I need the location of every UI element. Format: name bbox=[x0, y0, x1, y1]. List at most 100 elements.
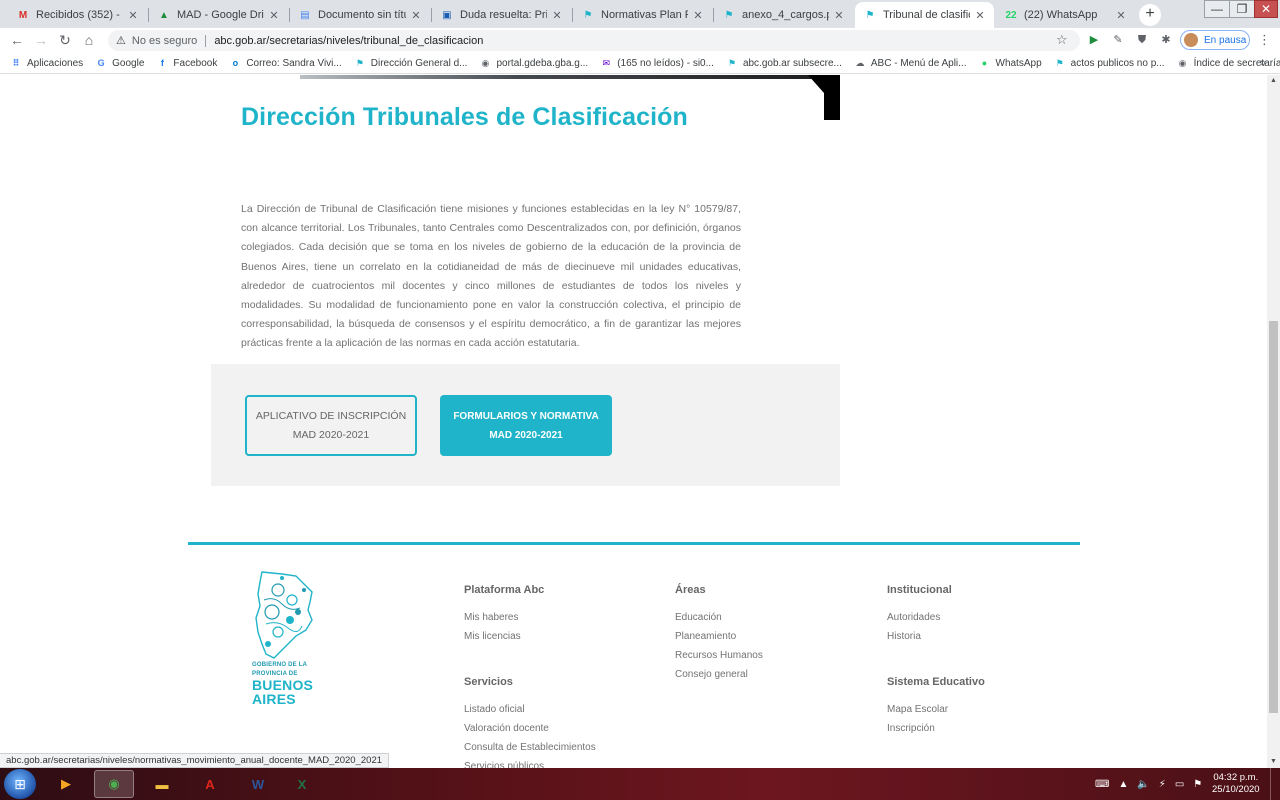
status-bar-url: abc.gob.ar/secretarias/niveles/normativa… bbox=[0, 753, 390, 768]
globe-icon: ◉ bbox=[481, 57, 490, 68]
bookmarks-overflow-button[interactable]: » bbox=[1260, 57, 1266, 69]
tab-close-icon[interactable]: ✕ bbox=[833, 9, 845, 22]
footer-link[interactable]: Servicios públicos bbox=[464, 757, 596, 768]
cta-panel: APLICATIVO DE INSCRIPCIÓN MAD 2020-2021 … bbox=[211, 364, 840, 486]
inscripcion-button[interactable]: APLICATIVO DE INSCRIPCIÓN MAD 2020-2021 bbox=[245, 395, 417, 456]
close-window-button[interactable]: ✕ bbox=[1254, 0, 1278, 18]
footer-link[interactable]: Autoridades bbox=[887, 608, 952, 627]
bookmark-item[interactable]: ⚑ actos publicos no p... bbox=[1054, 57, 1165, 69]
footer-link[interactable]: Historia bbox=[887, 627, 952, 646]
footer-divider bbox=[188, 542, 1080, 545]
scrollbar-thumb[interactable] bbox=[1269, 321, 1278, 713]
footer-link[interactable]: Mis haberes bbox=[464, 608, 544, 627]
provincia-logo[interactable]: GOBIERNO DE LA PROVINCIA DE BUENOS AIRES bbox=[252, 570, 318, 706]
footer-link[interactable]: Consejo general bbox=[675, 665, 763, 684]
bookmark-star-icon[interactable]: ☆ bbox=[1056, 32, 1068, 48]
taskbar-app-button[interactable]: ◉ bbox=[94, 770, 134, 798]
browser-menu-icon[interactable]: ⋮ bbox=[1258, 32, 1271, 48]
google-icon: G bbox=[97, 58, 105, 68]
abc-flag-icon: ⚑ bbox=[727, 57, 736, 68]
bookmark-item[interactable]: ⚑ Dirección General d... bbox=[354, 57, 468, 69]
tab-close-icon[interactable]: ✕ bbox=[268, 9, 280, 22]
tray-expand-icon[interactable]: ▲ bbox=[1118, 779, 1128, 790]
extension-paperclip-icon[interactable]: ✎ bbox=[1111, 33, 1125, 47]
tab-title: Tribunal de clasificació bbox=[883, 9, 970, 21]
bookmark-label: (165 no leídos) - si0... bbox=[617, 57, 714, 69]
tab-4[interactable]: ▣ Duda resuelta: Primera ✕ bbox=[432, 2, 571, 28]
forward-button[interactable]: → bbox=[32, 31, 50, 49]
taskbar-app-button[interactable]: A bbox=[190, 770, 230, 798]
abc-flag-icon: ⚑ bbox=[583, 9, 593, 21]
bookmark-item[interactable]: ✉ (165 no leídos) - si0... bbox=[600, 57, 714, 69]
new-tab-button[interactable]: + bbox=[1139, 4, 1161, 26]
tab-close-icon[interactable]: ✕ bbox=[127, 9, 139, 22]
bookmark-item[interactable]: ☁ ABC - Menú de Apli... bbox=[854, 57, 966, 69]
home-button[interactable]: ⌂ bbox=[80, 31, 98, 49]
bookmark-label: Aplicaciones bbox=[27, 57, 84, 69]
bookmark-item[interactable]: ◉ portal.gdeba.gba.g... bbox=[479, 57, 589, 69]
volume-icon[interactable]: 🔈 bbox=[1137, 779, 1149, 790]
bookmark-item[interactable]: o Correo: Sandra Vivi... bbox=[229, 57, 342, 69]
tab-3[interactable]: ▤ Documento sin título - ✕ bbox=[290, 2, 430, 28]
tab-close-icon[interactable]: ✕ bbox=[551, 9, 563, 22]
url-text[interactable]: abc.gob.ar/secretarias/niveles/tribunal_… bbox=[214, 35, 483, 47]
tab-close-icon[interactable]: ✕ bbox=[410, 9, 422, 22]
whatsapp-icon: 22 bbox=[1005, 9, 1017, 21]
footer-link[interactable]: Educación bbox=[675, 608, 763, 627]
bookmark-item[interactable]: f Facebook bbox=[156, 57, 217, 69]
tab-2[interactable]: ▲ MAD - Google Drive ✕ bbox=[149, 2, 288, 28]
action-center-flag-icon[interactable]: ⚑ bbox=[1193, 779, 1202, 790]
tab-1[interactable]: M Recibidos (352) - sad0 ✕ bbox=[8, 2, 147, 28]
tab-5[interactable]: ⚑ Normativas Plan Provin ✕ bbox=[573, 2, 712, 28]
taskbar-clock[interactable]: 04:32 p.m. 25/10/2020 bbox=[1212, 772, 1260, 796]
tab-title: Documento sin título - bbox=[318, 9, 406, 21]
footer-link[interactable]: Inscripción bbox=[887, 719, 985, 738]
scroll-up-arrow-icon[interactable]: ▲ bbox=[1267, 75, 1280, 87]
extension-shield-icon[interactable]: ⛊ bbox=[1135, 33, 1149, 47]
taskbar-app-button[interactable]: X bbox=[282, 770, 322, 798]
profile-status-label: En pausa bbox=[1204, 34, 1247, 46]
footer-link[interactable]: Planeamiento bbox=[675, 627, 763, 646]
extensions-puzzle-icon[interactable]: ✱ bbox=[1159, 33, 1173, 47]
tab-title: Recibidos (352) - sad0 bbox=[36, 9, 123, 21]
tab-close-icon[interactable]: ✕ bbox=[1115, 9, 1127, 22]
outlook-icon: o bbox=[232, 58, 239, 68]
taskbar-app-button[interactable]: ▬ bbox=[142, 770, 182, 798]
hero-image-edge bbox=[300, 75, 840, 79]
tab-close-icon[interactable]: ✕ bbox=[974, 9, 986, 22]
profile-button[interactable]: En pausa bbox=[1180, 30, 1250, 50]
bookmark-item[interactable]: ⚑ abc.gob.ar subsecre... bbox=[726, 57, 842, 69]
reload-button[interactable]: ↻ bbox=[56, 31, 74, 49]
footer-heading-servicios: Servicios bbox=[464, 676, 513, 688]
usb-icon[interactable]: ⚡ bbox=[1159, 779, 1166, 790]
keyboard-icon[interactable]: ⌨ bbox=[1095, 779, 1109, 790]
bookmark-item[interactable]: ⠿ Aplicaciones bbox=[10, 57, 83, 69]
start-button[interactable]: ⊞ bbox=[4, 769, 36, 799]
bookmark-item[interactable]: ● WhatsApp bbox=[979, 57, 1042, 69]
network-icon[interactable]: ▭ bbox=[1175, 779, 1184, 790]
logo-line-1: GOBIERNO DE LA bbox=[252, 662, 308, 668]
formularios-normativa-button[interactable]: FORMULARIOS Y NORMATIVA MAD 2020-2021 bbox=[440, 395, 612, 456]
minimize-button[interactable]: — bbox=[1204, 0, 1230, 18]
footer-link[interactable]: Mapa Escolar bbox=[887, 700, 985, 719]
tab-8[interactable]: 22 (22) WhatsApp ✕ bbox=[996, 2, 1135, 28]
tab-7[interactable]: ⚑ Tribunal de clasificació ✕ bbox=[855, 2, 994, 28]
restore-button[interactable]: ❐ bbox=[1229, 0, 1255, 18]
footer-link[interactable]: Listado oficial bbox=[464, 700, 596, 719]
logo-line-4: AIRES bbox=[252, 691, 296, 707]
footer-link[interactable]: Recursos Humanos bbox=[675, 646, 763, 665]
back-button[interactable]: ← bbox=[8, 31, 26, 49]
scroll-down-arrow-icon[interactable]: ▼ bbox=[1267, 756, 1280, 768]
tab-close-icon[interactable]: ✕ bbox=[692, 9, 704, 22]
footer-link[interactable]: Mis licencias bbox=[464, 627, 544, 646]
bookmark-item[interactable]: G Google bbox=[95, 57, 145, 69]
show-desktop-button[interactable] bbox=[1270, 768, 1280, 800]
taskbar-app-button[interactable]: W bbox=[238, 770, 278, 798]
taskbar-app-button[interactable]: ▶ bbox=[46, 770, 86, 798]
address-bar[interactable]: ⚠ No es seguro abc.gob.ar/secretarias/ni… bbox=[108, 30, 1080, 51]
footer-link[interactable]: Valoración docente bbox=[464, 719, 596, 738]
tab-6[interactable]: ⚑ anexo_4_cargos.pdf ✕ bbox=[714, 2, 853, 28]
page-scrollbar[interactable]: ▲ ▼ bbox=[1267, 75, 1280, 768]
extension-play-icon[interactable]: ▶ bbox=[1087, 33, 1101, 47]
footer-link[interactable]: Consulta de Establecimientos bbox=[464, 738, 596, 757]
